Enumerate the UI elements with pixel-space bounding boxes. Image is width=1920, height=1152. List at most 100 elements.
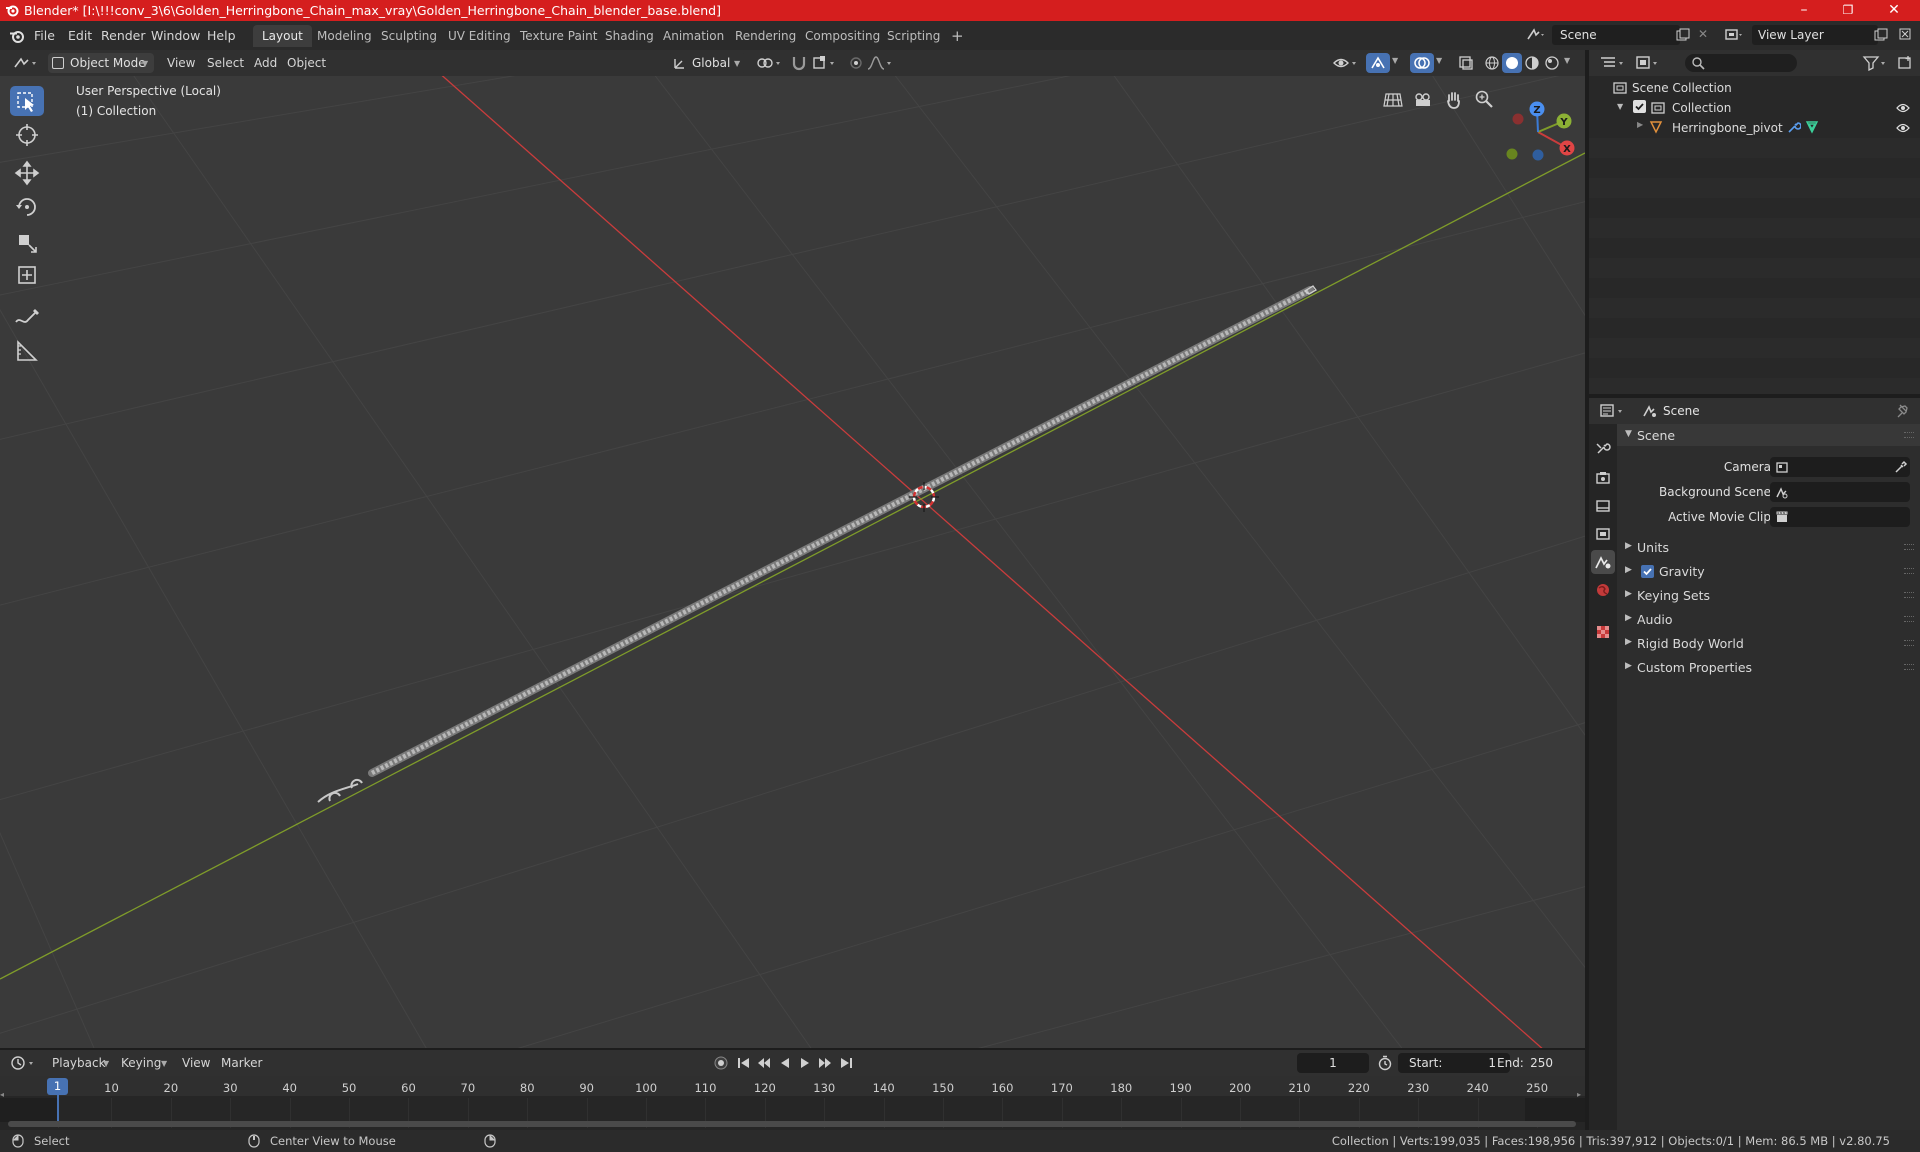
outliner-scene-collection[interactable]: Scene Collection xyxy=(1632,81,1732,95)
tab-compositing[interactable]: Compositing xyxy=(796,25,889,47)
new-view-layer-icon[interactable] xyxy=(1874,28,1888,42)
delete-scene-icon[interactable]: ✕ xyxy=(1698,27,1708,41)
rendered-shading-icon[interactable] xyxy=(1544,55,1560,71)
pin-icon[interactable] xyxy=(1896,403,1910,419)
xray-toggle-icon[interactable] xyxy=(1458,55,1474,71)
outliner-object-herringbone-pivot[interactable]: Herringbone_pivot xyxy=(1672,121,1783,135)
tab-scripting[interactable]: Scripting xyxy=(878,25,949,47)
rotate-tool[interactable] xyxy=(10,192,44,222)
solid-shading-button[interactable] xyxy=(1502,53,1522,73)
editor-type-icon[interactable] xyxy=(12,54,42,72)
scene-panel-header[interactable]: ▼ Scene xyxy=(1617,424,1920,446)
units-section[interactable]: ▶ Units xyxy=(1617,536,1920,558)
object-mode-dropdown[interactable]: Object Mode ▼ xyxy=(48,53,154,73)
remove-view-layer-icon[interactable] xyxy=(1898,27,1912,41)
scale-tool[interactable] xyxy=(10,226,44,256)
zoom-view-button[interactable] xyxy=(1471,86,1497,112)
tab-texture-paint[interactable]: Texture Paint xyxy=(511,25,606,47)
properties-editor-icon[interactable] xyxy=(1599,403,1629,419)
eyedropper-icon[interactable] xyxy=(1894,460,1908,474)
tab-uv-editing[interactable]: UV Editing xyxy=(439,25,520,47)
panel-drag-handle[interactable] xyxy=(1904,664,1914,670)
panel-drag-handle[interactable] xyxy=(1904,568,1914,574)
new-collection-icon[interactable] xyxy=(1897,55,1913,71)
collapse-triangle-icon[interactable]: ▼ xyxy=(1617,102,1623,111)
render-tab-icon[interactable] xyxy=(1595,470,1611,486)
mesh-data-icon[interactable] xyxy=(1805,120,1819,134)
outliner-editor-icon[interactable] xyxy=(1599,55,1629,71)
preview-range-clock-icon[interactable] xyxy=(1377,1055,1393,1071)
output-tab-icon[interactable] xyxy=(1595,498,1611,514)
annotate-tool[interactable] xyxy=(10,302,44,332)
collection-visibility-eye-icon[interactable] xyxy=(1896,102,1910,114)
menu-help[interactable]: Help xyxy=(207,28,236,43)
move-tool[interactable] xyxy=(10,158,44,188)
transform-tool[interactable] xyxy=(10,260,44,290)
transform-orientation-dropdown[interactable]: Global ▼ xyxy=(668,53,746,73)
expand-triangle-icon[interactable]: ▶ xyxy=(1637,120,1643,129)
chevron-down-icon[interactable]: ▼ xyxy=(1392,56,1398,65)
tab-shading[interactable]: Shading xyxy=(596,25,663,47)
texture-tab-icon[interactable] xyxy=(1595,624,1611,640)
gravity-section[interactable]: ▶ Gravity xyxy=(1617,560,1920,582)
tab-rendering[interactable]: Rendering xyxy=(726,25,805,47)
proportional-edit-icon[interactable] xyxy=(848,55,864,71)
tool-tab-icon[interactable] xyxy=(1595,440,1611,456)
audio-section[interactable]: ▶ Audio xyxy=(1617,608,1920,630)
panel-drag-handle[interactable] xyxy=(1904,432,1914,438)
view-layer-tab-icon[interactable] xyxy=(1595,526,1611,542)
gizmo-toggle-button[interactable] xyxy=(1366,53,1390,73)
chevron-down-icon[interactable]: ▼ xyxy=(1564,56,1570,65)
jump-end-icon[interactable] xyxy=(838,1055,854,1071)
record-button-icon[interactable] xyxy=(713,1055,729,1071)
chevron-down-icon[interactable]: ▼ xyxy=(103,1059,109,1068)
active-movie-clip-field[interactable] xyxy=(1770,507,1910,527)
custom-properties-section[interactable]: ▶ Custom Properties xyxy=(1617,656,1920,678)
outliner-search-input[interactable] xyxy=(1685,54,1797,72)
scene-tab-button[interactable] xyxy=(1591,550,1615,574)
timeline-scrollbar[interactable] xyxy=(8,1121,1576,1127)
keying-sets-section[interactable]: ▶ Keying Sets xyxy=(1617,584,1920,606)
pivot-point-icon[interactable] xyxy=(756,55,786,71)
play-icon[interactable] xyxy=(797,1055,813,1071)
menu-file[interactable]: File xyxy=(34,28,55,43)
scene-selector[interactable]: Scene xyxy=(1552,25,1680,45)
menu-timeline-view[interactable]: View xyxy=(182,1054,210,1072)
view-layer-icon[interactable] xyxy=(1724,27,1746,43)
menu-window[interactable]: Window xyxy=(151,28,200,43)
collection-checkbox[interactable] xyxy=(1633,100,1646,113)
wireframe-shading-icon[interactable] xyxy=(1484,55,1500,71)
menu-render[interactable]: Render xyxy=(101,28,146,43)
panel-drag-handle[interactable] xyxy=(1904,544,1914,550)
object-visibility-eye-icon[interactable] xyxy=(1896,122,1910,134)
minimize-button[interactable]: – xyxy=(1782,0,1826,21)
material-shading-icon[interactable] xyxy=(1524,55,1540,71)
menu-add[interactable]: Add xyxy=(254,54,277,72)
menu-edit[interactable]: Edit xyxy=(68,28,92,43)
cursor-tool[interactable] xyxy=(10,120,44,150)
tab-sculpting[interactable]: Sculpting xyxy=(372,25,446,47)
proportional-falloff-icon[interactable] xyxy=(866,55,896,71)
visibility-filter-icon[interactable] xyxy=(1332,54,1362,72)
3d-viewport[interactable]: User Perspective (Local) (1) Collection xyxy=(0,76,1585,1048)
blender-menu-icon[interactable] xyxy=(9,28,25,44)
scroll-right-arrow-icon[interactable]: ▸ xyxy=(1577,1090,1581,1099)
toggle-ortho-button[interactable] xyxy=(1380,86,1406,112)
select-box-tool[interactable] xyxy=(10,86,44,116)
panel-drag-handle[interactable] xyxy=(1904,640,1914,646)
new-scene-icon[interactable] xyxy=(1676,28,1690,42)
jump-keyframe-back-icon[interactable] xyxy=(756,1055,772,1071)
menu-marker[interactable]: Marker xyxy=(221,1054,262,1072)
panel-drag-handle[interactable] xyxy=(1904,592,1914,598)
timeline-editor-icon[interactable] xyxy=(10,1055,40,1071)
outliner-collection[interactable]: Collection xyxy=(1672,101,1731,115)
navigation-gizmo[interactable]: X Y Z xyxy=(1498,92,1578,172)
menu-playback[interactable]: Playback xyxy=(52,1054,106,1072)
rigid-body-world-section[interactable]: ▶ Rigid Body World xyxy=(1617,632,1920,654)
add-workspace-button[interactable]: + xyxy=(942,25,973,47)
menu-view[interactable]: View xyxy=(167,54,195,72)
snap-toggle-icon[interactable] xyxy=(790,55,808,71)
modifier-wrench-icon[interactable] xyxy=(1787,120,1801,134)
overlay-toggle-button[interactable] xyxy=(1410,53,1434,73)
menu-keying[interactable]: Keying xyxy=(121,1054,161,1072)
